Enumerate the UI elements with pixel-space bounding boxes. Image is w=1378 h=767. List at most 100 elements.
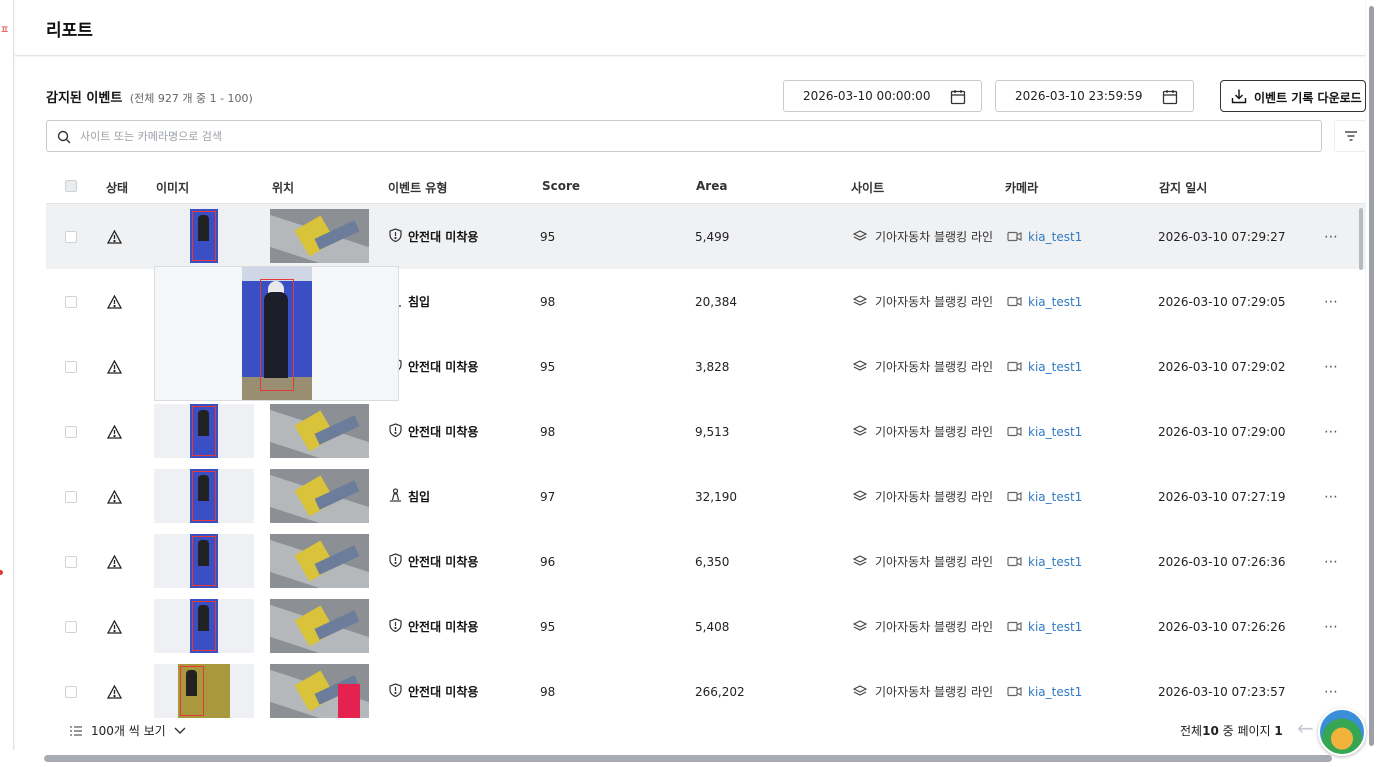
vertical-scrollbar[interactable]: [1369, 6, 1374, 746]
side-nav-edge-glyph: ): [0, 722, 1, 736]
location-thumbnail[interactable]: [270, 534, 369, 588]
col-site[interactable]: 사이트: [851, 179, 884, 196]
select-all-checkbox[interactable]: [65, 180, 77, 192]
row-checkbox[interactable]: [65, 685, 77, 698]
calendar-icon[interactable]: [1162, 89, 1178, 108]
table-row[interactable]: 안전대 미착용 98 266,202 기아자동차 블랭킹 라인 2 kia_test1 2…: [46, 659, 1365, 724]
table-scrollbar[interactable]: [1359, 208, 1363, 270]
filter-button[interactable]: [1334, 120, 1367, 152]
calendar-icon[interactable]: [950, 89, 966, 108]
user-avatar[interactable]: [1318, 708, 1366, 756]
shield-icon: [389, 423, 408, 440]
site-cell: 기아자동차 블랭킹 라인 2: [853, 464, 997, 529]
camera-link[interactable]: kia_test1: [1028, 360, 1082, 374]
rows-per-page-label: 100개 씩 보기: [91, 724, 166, 738]
camera-icon: [1007, 621, 1022, 632]
detected-at: 2026-03-10 07:29:02: [1158, 359, 1286, 374]
event-thumbnail[interactable]: [154, 599, 254, 653]
col-score[interactable]: Score: [542, 179, 580, 193]
location-thumbnail[interactable]: [270, 664, 369, 718]
site-cell: 기아자동차 블랭킹 라인 2: [853, 399, 997, 464]
table-row[interactable]: 안전대 미착용 96 6,350 기아자동차 블랭킹 라인 2 kia_test1 202…: [46, 529, 1365, 594]
event-thumbnail[interactable]: [154, 404, 254, 458]
more-options-icon[interactable]: ⋯: [1324, 464, 1339, 529]
layers-icon: [853, 490, 867, 503]
site-cell: 기아자동차 블랭킹 라인 2: [853, 594, 997, 659]
start-date-picker[interactable]: 2026-03-10 00:00:00: [783, 80, 982, 112]
search-input[interactable]: [80, 127, 1280, 145]
camera-link[interactable]: kia_test1: [1028, 425, 1082, 439]
location-thumbnail[interactable]: [270, 209, 369, 263]
total-pages: 10: [1202, 724, 1219, 738]
layers-icon: [853, 685, 867, 698]
layers-icon: [853, 360, 867, 373]
row-checkbox[interactable]: [65, 490, 77, 503]
col-camera[interactable]: 카메라: [1005, 179, 1038, 196]
row-checkbox[interactable]: [65, 360, 77, 373]
row-checkbox[interactable]: [65, 555, 77, 568]
row-checkbox[interactable]: [65, 620, 77, 633]
camera-link[interactable]: kia_test1: [1028, 685, 1082, 699]
warning-icon: [107, 399, 122, 464]
shield-icon: [389, 553, 408, 570]
camera-link[interactable]: kia_test1: [1028, 490, 1082, 504]
horizontal-scrollbar[interactable]: [44, 755, 1332, 762]
event-type-label: 안전대 미착용: [408, 685, 479, 699]
camera-link[interactable]: kia_test1: [1028, 620, 1082, 634]
col-event-type[interactable]: 이벤트 유형: [388, 179, 447, 196]
more-options-icon[interactable]: ⋯: [1324, 529, 1339, 594]
camera-cell: kia_test1: [1007, 269, 1082, 334]
event-thumbnail[interactable]: [154, 209, 254, 263]
event-type-label: 침입: [408, 295, 431, 309]
warning-icon: [107, 529, 122, 594]
table-row[interactable]: 안전대 미착용 98 9,513 기아자동차 블랭킹 라인 2 kia_test1 202…: [46, 399, 1365, 464]
search-box[interactable]: [46, 120, 1322, 152]
more-options-icon[interactable]: ⋯: [1324, 204, 1339, 269]
event-thumbnail[interactable]: [154, 534, 254, 588]
event-type-label: 안전대 미착용: [408, 620, 479, 634]
camera-link[interactable]: kia_test1: [1028, 230, 1082, 244]
more-options-icon[interactable]: ⋯: [1324, 334, 1339, 399]
camera-icon: [1007, 426, 1022, 437]
col-area[interactable]: Area: [696, 179, 727, 193]
table-row[interactable]: 안전대 미착용 95 5,408 기아자동차 블랭킹 라인 2 kia_test1 202…: [46, 594, 1365, 659]
events-table: 상태 이미지 위치 이벤트 유형 Score Area 사이트 카메라 감지 일…: [46, 168, 1365, 724]
event-type: 안전대 미착용: [389, 659, 478, 724]
prev-page-arrow-icon[interactable]: ←: [1297, 716, 1314, 740]
preview-image: [242, 267, 312, 400]
download-events-button[interactable]: 이벤트 기록 다운로드: [1220, 80, 1366, 112]
more-options-icon[interactable]: ⋯: [1324, 269, 1339, 334]
detected-at: 2026-03-10 07:27:19: [1158, 489, 1286, 504]
site-name: 기아자동차 블랭킹 라인 2: [875, 685, 997, 699]
area-value: 266,202: [695, 684, 745, 699]
location-thumbnail[interactable]: [270, 404, 369, 458]
area-value: 20,384: [695, 294, 737, 309]
table-footer: 100개 씩 보기 전체10 중 페이지 1 ←: [70, 716, 1365, 750]
camera-link[interactable]: kia_test1: [1028, 295, 1082, 309]
col-location: 위치: [272, 181, 295, 195]
more-options-icon[interactable]: ⋯: [1324, 594, 1339, 659]
event-type: 안전대 미착용: [389, 204, 478, 269]
pagination-info: 전체10 중 페이지 1: [1180, 722, 1283, 739]
location-thumbnail[interactable]: [270, 599, 369, 653]
score-value: 98: [540, 424, 556, 439]
end-date-picker[interactable]: 2026-03-10 23:59:59: [995, 80, 1194, 112]
event-thumbnail[interactable]: [154, 664, 254, 718]
event-type-label: 안전대 미착용: [408, 230, 479, 244]
camera-link[interactable]: kia_test1: [1028, 555, 1082, 569]
row-checkbox[interactable]: [65, 425, 77, 438]
layers-icon: [853, 425, 867, 438]
layers-icon: [853, 620, 867, 633]
event-thumbnail[interactable]: [154, 469, 254, 523]
table-row[interactable]: 안전대 미착용 95 5,499 기아자동차 블랭킹 라인 2 kia_test1 202…: [46, 204, 1365, 269]
detected-at: 2026-03-10 07:23:57: [1158, 684, 1286, 699]
row-checkbox[interactable]: [65, 230, 77, 243]
detected-at: 2026-03-10 07:29:00: [1158, 424, 1286, 439]
event-type: 안전대 미착용: [389, 334, 478, 399]
col-detected-at[interactable]: 감지 일시: [1159, 179, 1207, 196]
more-options-icon[interactable]: ⋯: [1324, 399, 1339, 464]
row-checkbox[interactable]: [65, 295, 77, 308]
table-row[interactable]: 침입 97 32,190 기아자동차 블랭킹 라인 2 kia_test1 2026-03…: [46, 464, 1365, 529]
location-thumbnail[interactable]: [270, 469, 369, 523]
rows-per-page-select[interactable]: 100개 씩 보기: [70, 722, 186, 739]
